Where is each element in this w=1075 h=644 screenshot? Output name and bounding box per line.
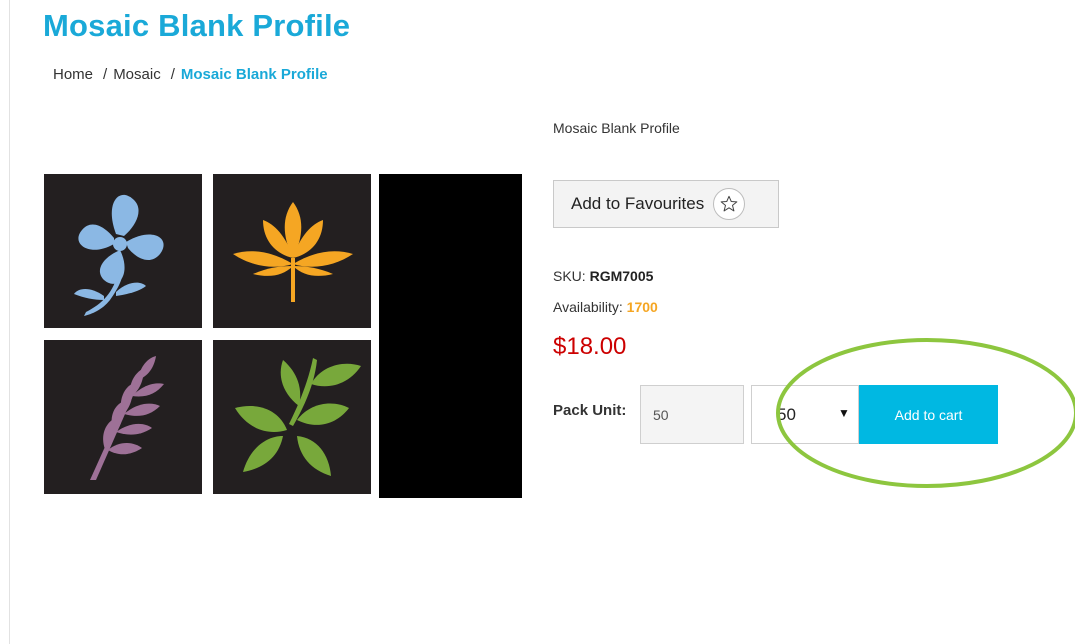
breadcrumb-mosaic[interactable]: Mosaic [113,66,161,83]
add-to-cart-button[interactable]: Add to cart [859,385,998,444]
blue-flower-tile [44,174,202,328]
availability-label: Availability: [553,299,623,315]
leaves-icon [235,358,361,476]
breadcrumb-separator: / [103,66,108,83]
star-icon [713,188,746,220]
flower-icon [233,202,353,302]
caret-down-icon: ▼ [838,406,850,420]
orange-fan-tile [213,174,371,328]
breadcrumb-separator: / [170,66,175,83]
sku: SKU: RGM7005 [553,268,653,284]
add-to-favourites-label: Add to Favourites [571,194,705,213]
product-subtitle: Mosaic Blank Profile [553,120,680,136]
product-image[interactable] [44,174,522,498]
black-panel [379,174,522,498]
page-title: Mosaic Blank Profile [43,8,351,43]
availability-value: 1700 [626,299,658,315]
pack-unit-selected: 50 [777,404,796,424]
breadcrumb-current: Mosaic Blank Profile [180,66,328,83]
pack-unit-label: Pack Unit: [553,402,627,419]
breadcrumb: Home / Mosaic / Mosaic Blank Profile [53,66,328,83]
fern-icon [90,356,164,480]
left-divider [9,0,10,644]
green-leaves-tile [213,340,371,494]
purple-fern-tile [44,340,202,494]
pack-unit-select[interactable]: 50 ▼ [751,385,859,444]
sku-value: RGM7005 [589,268,654,284]
pack-unit-input[interactable] [640,385,744,444]
add-to-favourites-button[interactable]: Add to Favourites [553,180,779,228]
flower-icon [74,194,164,316]
breadcrumb-home[interactable]: Home [53,66,93,83]
availability: Availability: 1700 [553,299,658,315]
sku-label: SKU: [553,268,586,284]
price: $18.00 [553,333,627,360]
